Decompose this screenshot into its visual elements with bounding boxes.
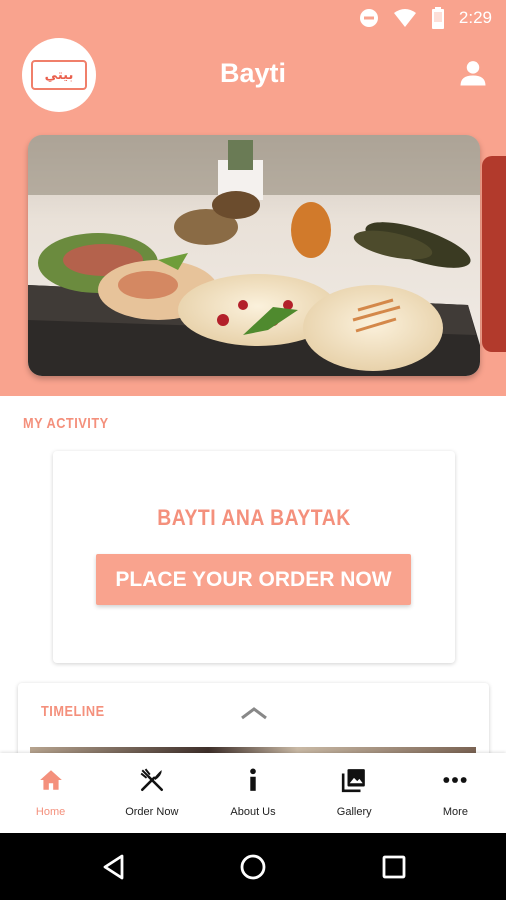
status-time: 2:29 <box>458 8 492 27</box>
header-background: 2:29 بيتي Bayti <box>0 0 506 396</box>
next-carousel-slide-peek[interactable] <box>482 156 506 352</box>
nav-item-home[interactable]: Home <box>0 753 101 833</box>
nav-item-more[interactable]: More <box>405 753 506 833</box>
app-screen: 2:29 بيتي Bayti MY ACTIVITY BAYTI ANA BA… <box>0 0 506 900</box>
fork-knife-icon <box>140 768 163 792</box>
gallery-icon <box>342 769 366 793</box>
do-not-disturb-icon <box>359 9 378 27</box>
app-header: بيتي Bayti <box>0 36 506 112</box>
status-bar: 2:29 <box>0 0 506 36</box>
place-order-button[interactable]: PLACE YOUR ORDER NOW <box>96 554 411 605</box>
chevron-up-icon[interactable] <box>238 705 270 721</box>
nav-item-gallery[interactable]: Gallery <box>304 753 405 833</box>
status-icons: 2:29 <box>359 7 492 29</box>
activity-card-heading: BAYTI ANA BAYTAK <box>157 505 351 530</box>
app-title: Bayti <box>219 58 287 88</box>
nav-label-more: More <box>442 806 468 818</box>
android-navigation-bar <box>0 833 506 900</box>
nav-label-about-us: About Us <box>230 806 276 818</box>
recents-icon[interactable] <box>380 853 408 881</box>
bottom-navigation: Home Order Now About Us Gallery More <box>0 753 506 833</box>
wifi-icon <box>393 9 416 27</box>
home-icon <box>39 770 62 790</box>
info-icon <box>250 768 256 791</box>
person-icon[interactable] <box>458 58 488 88</box>
hero-carousel-slide[interactable] <box>28 135 480 376</box>
nav-item-about-us[interactable]: About Us <box>202 753 303 833</box>
my-activity-title: MY ACTIVITY <box>23 415 109 432</box>
home-circle-icon[interactable] <box>239 853 267 881</box>
nav-label-order-now: Order Now <box>125 806 179 818</box>
nav-item-order-now[interactable]: Order Now <box>101 753 202 833</box>
more-dots-icon <box>443 777 467 783</box>
nav-label-home: Home <box>35 806 66 818</box>
mezze-platter-photo <box>28 135 480 376</box>
timeline-title: TIMELINE <box>41 703 105 720</box>
nav-label-gallery: Gallery <box>336 806 372 818</box>
activity-card: BAYTI ANA BAYTAK PLACE YOUR ORDER NOW <box>53 451 455 663</box>
back-icon[interactable] <box>100 853 128 881</box>
battery-icon <box>431 7 444 29</box>
